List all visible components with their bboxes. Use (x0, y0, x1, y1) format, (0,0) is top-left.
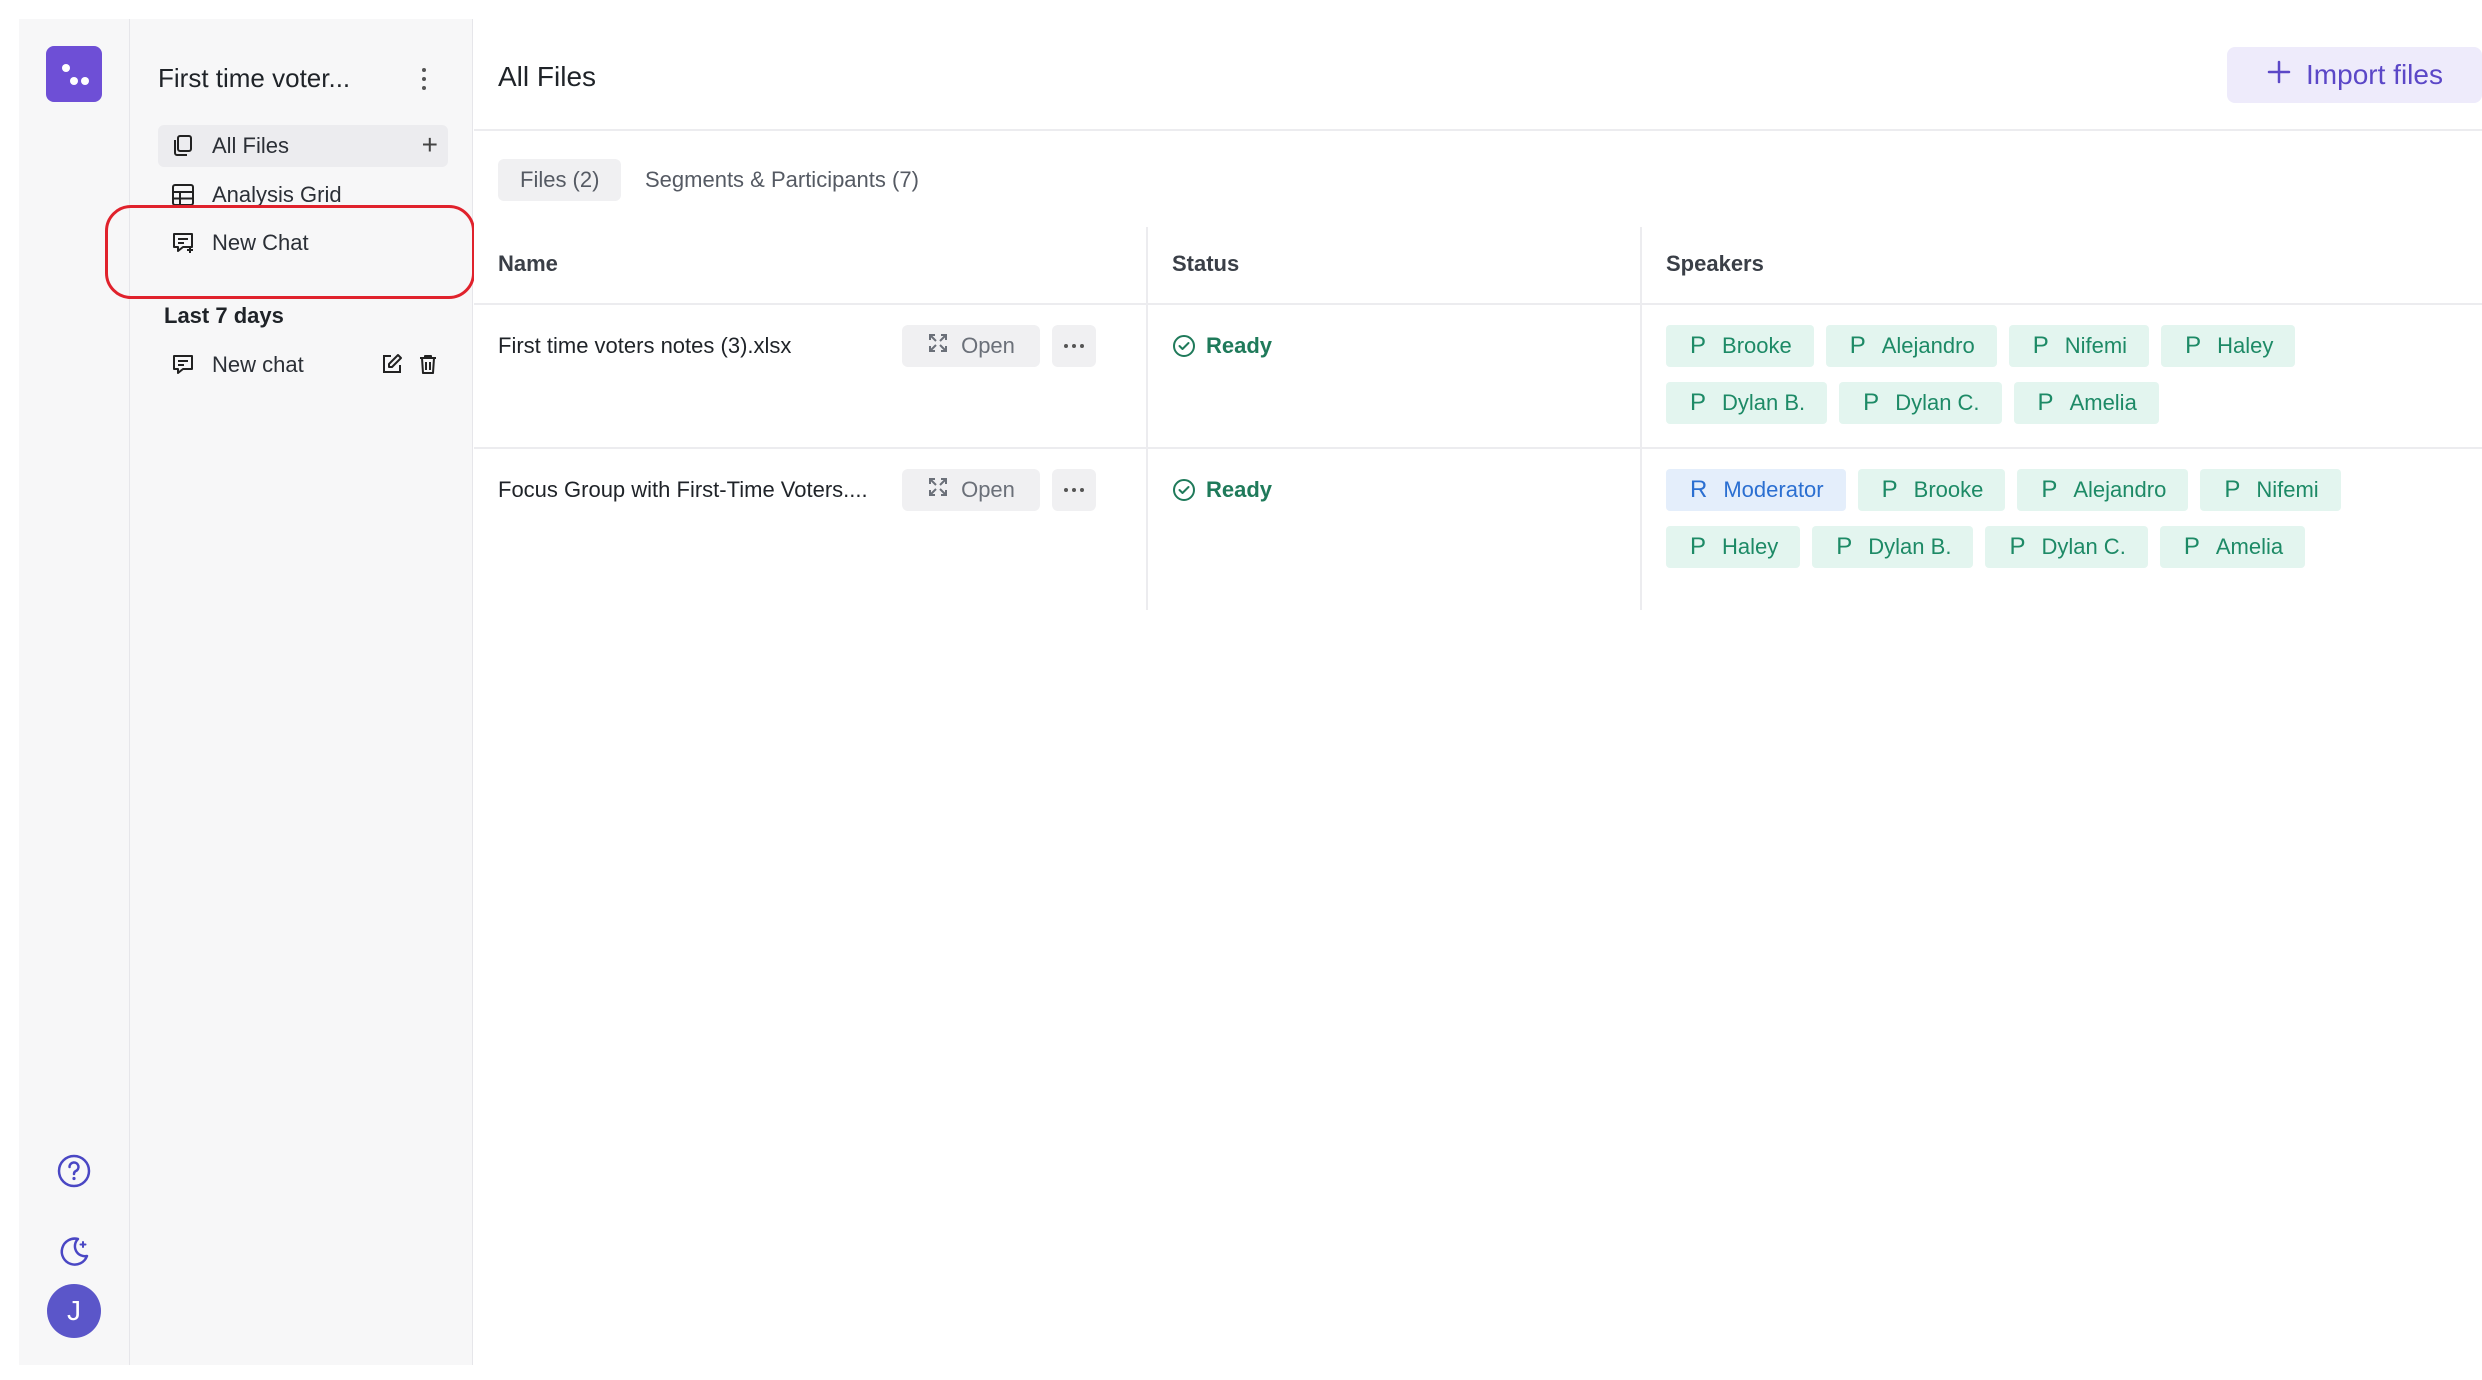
speaker-chip[interactable]: P Amelia (2159, 526, 2306, 568)
trash-icon[interactable] (416, 352, 440, 376)
expand-icon (927, 332, 949, 360)
project-title[interactable]: First time voter... (158, 63, 350, 94)
moon-sun-icon[interactable] (54, 1231, 94, 1271)
avatar[interactable]: J (47, 1284, 101, 1338)
check-circle-icon (1173, 335, 1195, 357)
speaker-chip[interactable]: P Amelia (2013, 382, 2159, 424)
speaker-chip[interactable]: P Brooke (1857, 469, 2006, 511)
status-label: Ready (1206, 333, 1273, 358)
open-button[interactable]: Open (902, 469, 1040, 511)
speaker-chip[interactable]: R Moderator (1666, 469, 1846, 511)
app-logo[interactable] (46, 46, 102, 102)
recent-chat-label: New chat (212, 352, 304, 377)
import-files-button[interactable]: Import files (2227, 47, 2482, 103)
page-title: All Files (498, 61, 597, 92)
divider (474, 447, 2482, 449)
edit-icon[interactable] (380, 352, 404, 376)
app-window: J First time voter... All Files + Analys… (19, 19, 2482, 1365)
sidebar-item-label: New Chat (212, 230, 309, 255)
main-content: All Files Import files Files (2) Segment… (474, 19, 2482, 1365)
file-name[interactable]: Focus Group with First-Time Voters.... (498, 477, 868, 503)
icon-rail: J (19, 19, 130, 1365)
open-label: Open (961, 477, 1015, 502)
speaker-chip[interactable]: P Dylan B. (1666, 382, 1828, 424)
status-label: Ready (1206, 477, 1273, 502)
speaker-chip[interactable]: P Haley (2161, 325, 2296, 367)
recent-chat-item[interactable]: New chat (158, 344, 448, 386)
project-menu-icon[interactable] (412, 62, 436, 96)
speaker-chip[interactable]: P Nifemi (2008, 325, 2150, 367)
grid-icon (170, 182, 196, 208)
sidebar-item-label: Analysis Grid (212, 182, 342, 207)
expand-icon (927, 476, 949, 504)
status-badge: Ready (1172, 477, 1272, 503)
import-files-label: Import files (2306, 59, 2443, 90)
speaker-chip[interactable]: P Dylan C. (1985, 526, 2148, 568)
speaker-chip[interactable]: P Alejandro (2017, 469, 2189, 511)
more-options-icon[interactable] (1052, 469, 1096, 511)
tab-segments-participants[interactable]: Segments & Participants (7) (623, 159, 941, 201)
check-circle-icon (1173, 479, 1195, 501)
plus-icon (2266, 59, 2292, 92)
file-name[interactable]: First time voters notes (3).xlsx (498, 333, 791, 359)
help-circle-icon[interactable] (54, 1151, 94, 1191)
column-header-status[interactable]: Status (1172, 251, 1239, 277)
speaker-chip[interactable]: P Dylan B. (1812, 526, 1974, 568)
section-heading: Last 7 days (164, 303, 284, 328)
sidebar-item-analysis-grid[interactable]: Analysis Grid (158, 174, 448, 216)
tab-files[interactable]: Files (2) (498, 159, 622, 201)
sidebar-item-label: All Files (212, 133, 290, 158)
column-header-speakers[interactable]: Speakers (1666, 251, 1764, 277)
divider (474, 303, 2482, 305)
speaker-list: P Brooke P Alejandro P Nifemi P Haley P Dylan… (1666, 325, 2446, 424)
sidebar-item-new-chat[interactable]: New Chat (158, 222, 448, 264)
files-icon (170, 133, 196, 159)
chat-plus-icon (170, 230, 196, 256)
divider (474, 129, 2482, 131)
chat-icon (170, 352, 196, 378)
speaker-chip[interactable]: P Brooke (1666, 325, 1814, 367)
speaker-list: R Moderator P Brooke P Alejandro P Nifemi PH… (1666, 469, 2446, 568)
sidebar-item-all-files[interactable]: All Files + (158, 125, 448, 167)
divider (1640, 227, 1642, 610)
open-button[interactable]: Open (902, 325, 1040, 367)
column-header-name[interactable]: Name (498, 251, 558, 277)
speaker-chip[interactable]: P Dylan C. (1839, 382, 2002, 424)
status-badge: Ready (1172, 333, 1272, 359)
more-options-icon[interactable] (1052, 325, 1096, 367)
add-file-icon[interactable]: + (422, 131, 438, 159)
divider (1146, 227, 1148, 610)
speaker-chip[interactable]: P Alejandro (1825, 325, 1997, 367)
speaker-chip[interactable]: P Nifemi (2200, 469, 2341, 511)
project-sidebar: First time voter... All Files + Analysis… (130, 19, 473, 1365)
speaker-chip[interactable]: P Haley (1666, 526, 1801, 568)
open-label: Open (961, 333, 1015, 358)
